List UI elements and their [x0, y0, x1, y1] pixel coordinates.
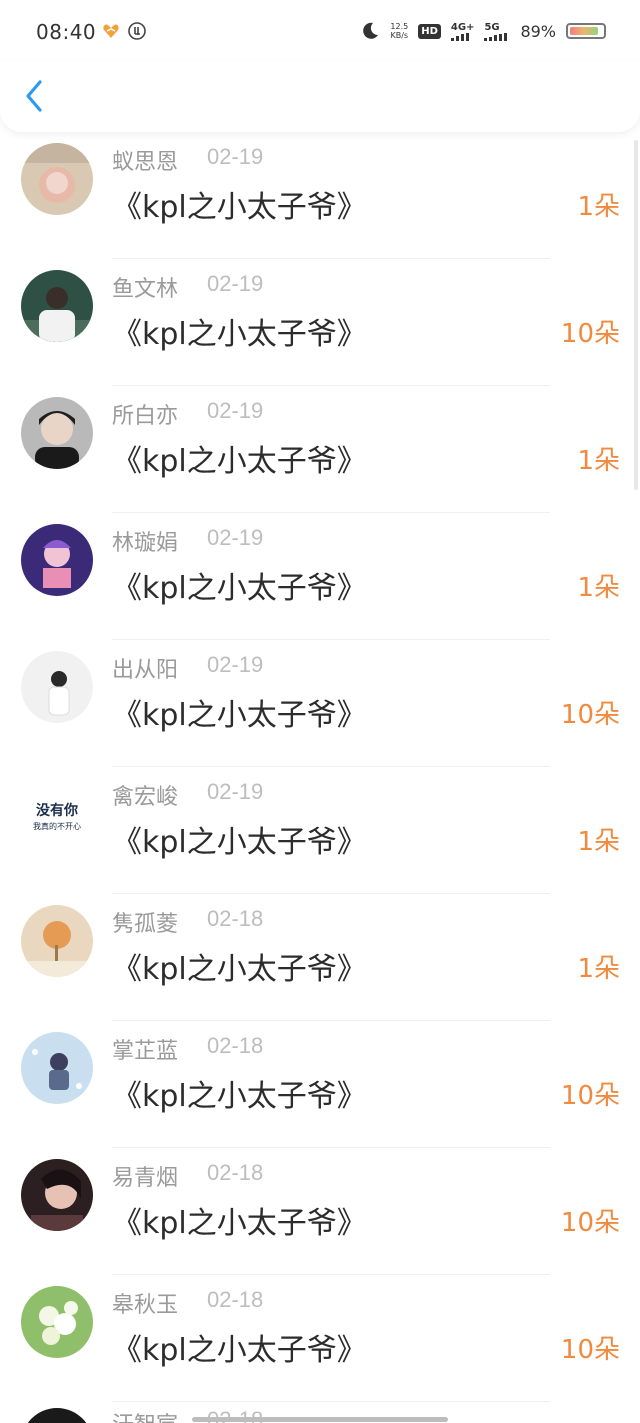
avatar[interactable]	[21, 143, 93, 215]
heart-app-icon	[103, 24, 119, 38]
avatar[interactable]	[21, 905, 93, 977]
signal-bars-icon	[484, 32, 508, 41]
user-name: 汗智宸	[112, 1407, 178, 1423]
flower-count: 10朵	[560, 1081, 620, 1111]
date: 02-19	[207, 525, 264, 550]
avatar[interactable]	[21, 1032, 93, 1104]
list-item[interactable]: 所白亦 02-19 《kpl之小太子爷》 1朵	[0, 386, 640, 513]
user-name: 出从阳	[112, 658, 179, 683]
signal-5g-label: 5G	[484, 21, 500, 33]
book-title: 《kpl之小太子爷》	[112, 952, 367, 987]
avatar[interactable]	[21, 1286, 93, 1358]
avatar-text-main: 没有你	[36, 803, 78, 819]
date: 02-18	[207, 906, 264, 931]
battery-fill	[570, 27, 599, 35]
user-name: 掌芷蓝	[112, 1039, 179, 1064]
list-item[interactable]: 隽孤菱 02-18 《kpl之小太子爷》 1朵	[0, 894, 640, 1021]
header-bar	[0, 62, 640, 132]
date: 02-19	[207, 144, 264, 169]
avatar[interactable]	[21, 651, 93, 723]
flower-count: 10朵	[560, 700, 620, 730]
battery-percent: 89%	[520, 21, 556, 41]
user-name: 皋秋玉	[112, 1293, 179, 1318]
book-title: 《kpl之小太子爷》	[112, 825, 367, 860]
user-name: 林璇娟	[112, 531, 179, 556]
list-item[interactable]: 掌芷蓝 02-18 《kpl之小太子爷》 10朵	[0, 1021, 640, 1148]
user-name: 蚁思恩	[112, 150, 179, 175]
book-title: 《kpl之小太子爷》	[112, 698, 367, 733]
flower-count: 10朵	[560, 1208, 620, 1238]
date: 02-18	[207, 1160, 264, 1185]
avatar[interactable]	[21, 270, 93, 342]
avatar[interactable]	[21, 397, 93, 469]
status-right: 12.5 KB/s HD 4G+ 5G 89%	[360, 18, 606, 44]
date: 02-18	[207, 1033, 264, 1058]
list-item[interactable]: 皋秋玉 02-18 《kpl之小太子爷》 10朵	[0, 1275, 640, 1402]
book-title: 《kpl之小太子爷》	[112, 190, 367, 225]
list-item[interactable]: 易青烟 02-18 《kpl之小太子爷》 10朵	[0, 1148, 640, 1275]
avatar[interactable]	[21, 524, 93, 596]
avatar-text-sub: 我真的不开心	[33, 822, 81, 831]
date: 02-19	[207, 652, 264, 677]
signal-5g-icon: 5G	[484, 22, 510, 41]
flower-count: 1朵	[577, 446, 620, 476]
flower-count: 1朵	[577, 192, 620, 222]
list-item[interactable]: 鱼文林 02-19 《kpl之小太子爷》 10朵	[0, 259, 640, 386]
status-time: 08:40	[36, 20, 97, 44]
signal-4g-label: 4G+	[450, 21, 475, 33]
network-speed-value: 12.5	[390, 22, 409, 31]
book-title: 《kpl之小太子爷》	[112, 317, 367, 352]
book-title: 《kpl之小太子爷》	[112, 1206, 367, 1241]
book-title: 《kpl之小太子爷》	[112, 1333, 367, 1368]
book-title: 《kpl之小太子爷》	[112, 571, 367, 606]
list-item[interactable]: 蚁思恩 02-19 《kpl之小太子爷》 1朵	[0, 132, 640, 259]
gift-record-list: 蚁思恩 02-19 《kpl之小太子爷》 1朵 鱼文林 02-19 《kpl之小…	[0, 132, 640, 1402]
book-title: 《kpl之小太子爷》	[112, 1079, 367, 1114]
avatar[interactable]: 没有你 我真的不开心	[21, 778, 93, 850]
flower-count: 10朵	[560, 1335, 620, 1365]
avatar[interactable]	[21, 1159, 93, 1231]
user-name: 鱼文林	[112, 277, 179, 302]
date: 02-18	[207, 1287, 264, 1312]
moon-icon	[363, 22, 379, 39]
back-button[interactable]	[18, 76, 58, 116]
list-item[interactable]: 林璇娟 02-19 《kpl之小太子爷》 1朵	[0, 513, 640, 640]
flower-count: 1朵	[577, 827, 620, 857]
signal-4g-icon: 4G+	[450, 21, 475, 41]
app-notification-icon	[128, 22, 146, 40]
flower-count: 1朵	[577, 954, 620, 984]
user-name: 禽宏峻	[112, 785, 179, 810]
date: 02-19	[207, 398, 264, 423]
flower-count: 1朵	[577, 573, 620, 603]
home-indicator[interactable]	[192, 1417, 448, 1422]
book-title: 《kpl之小太子爷》	[112, 444, 367, 479]
signal-bars-icon	[450, 32, 469, 41]
user-name: 易青烟	[112, 1166, 179, 1191]
network-speed-unit: KB/s	[390, 31, 409, 40]
status-bar: 08:40 12.5 KB/s HD 4G+ 5G 89%	[0, 0, 640, 62]
list-item[interactable]: 出从阳 02-19 《kpl之小太子爷》 10朵	[0, 640, 640, 767]
user-name: 隽孤菱	[112, 912, 179, 937]
network-speed: 12.5 KB/s	[390, 22, 408, 40]
avatar[interactable]	[21, 1408, 93, 1423]
battery-icon	[566, 23, 606, 39]
date: 02-19	[207, 271, 264, 296]
list-item[interactable]: 没有你 我真的不开心 禽宏峻 02-19 《kpl之小太子爷》 1朵	[0, 767, 640, 894]
user-name: 所白亦	[112, 404, 179, 429]
flower-count: 10朵	[560, 319, 620, 349]
date: 02-19	[207, 779, 264, 804]
hd-icon: HD	[418, 23, 441, 39]
